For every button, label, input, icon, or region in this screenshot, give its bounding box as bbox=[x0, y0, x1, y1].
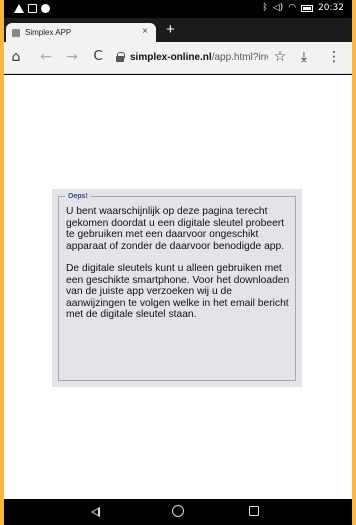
bookmark-star-icon[interactable]: ☆ bbox=[272, 49, 288, 65]
error-dialog: Oeps! U bent waarschijnlijk op deze pagi… bbox=[52, 189, 302, 387]
favicon-icon bbox=[12, 28, 20, 37]
error-fieldset: Oeps! U bent waarschijnlijk op deze pagi… bbox=[58, 193, 296, 381]
status-time: 20:32 bbox=[318, 3, 344, 13]
browser-toolbar: ⌂ ← → C simplex-online.nl/app.html?invi … bbox=[4, 42, 352, 74]
battery-icon bbox=[301, 4, 314, 12]
browser-tab[interactable]: Simplex APP × bbox=[6, 23, 156, 42]
new-tab-button[interactable]: + bbox=[166, 22, 175, 38]
nav-back-icon[interactable] bbox=[91, 507, 100, 517]
screen: ᛒ ◁) ◠ 20:32 Simplex APP × + ⌂ ← → C sim… bbox=[4, 0, 352, 525]
reload-button[interactable]: C bbox=[90, 49, 106, 65]
mute-icon: ◁) bbox=[272, 3, 284, 13]
warning-icon bbox=[14, 4, 24, 13]
download-icon[interactable]: ⤓ bbox=[296, 49, 312, 65]
menu-icon[interactable]: ⋮ bbox=[326, 49, 342, 65]
status-left-icons bbox=[14, 4, 50, 13]
wifi-icon: ◠ bbox=[288, 3, 297, 13]
back-button[interactable]: ← bbox=[38, 49, 54, 65]
screen-icon bbox=[28, 4, 37, 13]
status-right-icons: ᛒ ◁) ◠ 20:32 bbox=[262, 3, 344, 13]
tab-strip: Simplex APP × + bbox=[4, 18, 352, 42]
android-nav-bar bbox=[4, 499, 352, 525]
error-paragraph-1: U bent waarschijnlijk op deze pagina ter… bbox=[66, 206, 285, 252]
home-button[interactable]: ⌂ bbox=[8, 49, 24, 65]
page-viewport: Oeps! U bent waarschijnlijk op deze pagi… bbox=[4, 75, 352, 499]
bluetooth-icon: ᛒ bbox=[262, 3, 268, 13]
status-bar: ᛒ ◁) ◠ 20:32 bbox=[4, 0, 352, 18]
error-legend: Oeps! bbox=[68, 193, 88, 200]
nav-home-icon[interactable] bbox=[172, 505, 184, 517]
error-paragraph-2: De digitale sleutels kunt u alleen gebru… bbox=[66, 263, 290, 320]
chrome-icon bbox=[41, 4, 50, 13]
address-bar[interactable]: simplex-online.nl/app.html?invi bbox=[130, 50, 268, 66]
url-path: /app.html?invi bbox=[211, 52, 268, 63]
device-frame: ᛒ ◁) ◠ 20:32 Simplex APP × + ⌂ ← → C sim… bbox=[0, 0, 356, 525]
forward-button[interactable]: → bbox=[64, 49, 80, 65]
tab-close-icon[interactable]: × bbox=[142, 26, 148, 37]
url-host: simplex-online.nl bbox=[130, 52, 212, 63]
lock-icon[interactable] bbox=[116, 52, 125, 62]
tab-title: Simplex APP bbox=[25, 28, 72, 37]
nav-recent-apps-icon[interactable] bbox=[249, 506, 259, 516]
